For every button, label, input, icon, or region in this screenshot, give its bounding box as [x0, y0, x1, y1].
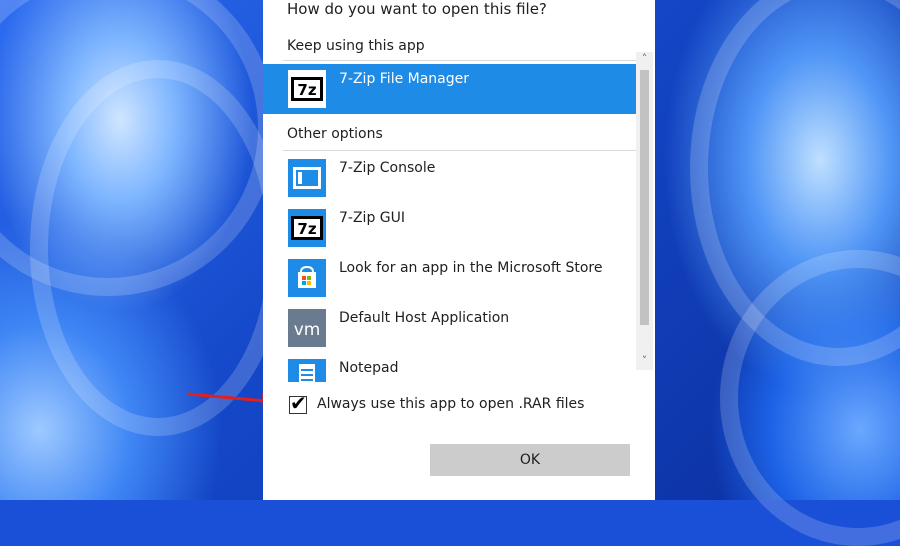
always-use-label: Always use this app to open .RAR files: [317, 396, 585, 412]
checkmark-icon: ✔: [290, 391, 307, 415]
keep-using-label: Keep using this app: [287, 38, 425, 54]
other-options-label: Other options: [287, 126, 383, 142]
dialog-title: How do you want to open this file?: [287, 0, 547, 18]
app-option-label: Look for an app in the Microsoft Store: [339, 260, 603, 276]
app-option-label: 7-Zip File Manager: [339, 71, 470, 87]
vm-icon: vm: [288, 309, 326, 347]
app-option-7zip-console[interactable]: 7-Zip Console: [263, 153, 636, 203]
store-icon: [288, 259, 326, 297]
app-option-7zip-gui[interactable]: 7z 7-Zip GUI: [263, 203, 636, 253]
app-option-label: Notepad: [339, 360, 399, 376]
svg-text:7z: 7z: [297, 81, 316, 99]
open-with-dialog: How do you want to open this file? Keep …: [263, 0, 655, 500]
app-option-label: Default Host Application: [339, 310, 510, 326]
divider: [283, 60, 636, 61]
scroll-up-icon[interactable]: ˄: [636, 52, 653, 66]
scrollbar-thumb[interactable]: [640, 70, 649, 325]
app-option-7zip-file-manager[interactable]: 7z 7-Zip File Manager: [263, 64, 636, 114]
app-option-label: 7-Zip Console: [339, 160, 436, 176]
svg-text:vm: vm: [294, 320, 321, 340]
notepad-icon: [288, 359, 326, 382]
console-icon: [288, 159, 326, 197]
app-option-microsoft-store[interactable]: Look for an app in the Microsoft Store: [263, 253, 636, 303]
7zip-icon: 7z: [288, 209, 326, 247]
app-option-default-host[interactable]: vm Default Host Application: [263, 303, 636, 353]
divider: [283, 150, 636, 151]
app-option-notepad[interactable]: Notepad: [263, 353, 636, 382]
svg-text:7z: 7z: [297, 220, 316, 238]
app-option-label: 7-Zip GUI: [339, 210, 406, 226]
list-scrollbar[interactable]: ˄ ˅: [636, 52, 653, 370]
ok-button[interactable]: OK: [430, 444, 630, 476]
always-use-checkbox[interactable]: ✔: [289, 391, 307, 415]
scroll-down-icon[interactable]: ˅: [636, 354, 653, 368]
app-list: 7z 7-Zip File Manager Other options 7-Zi…: [263, 64, 636, 382]
7zip-icon: 7z: [288, 70, 326, 108]
